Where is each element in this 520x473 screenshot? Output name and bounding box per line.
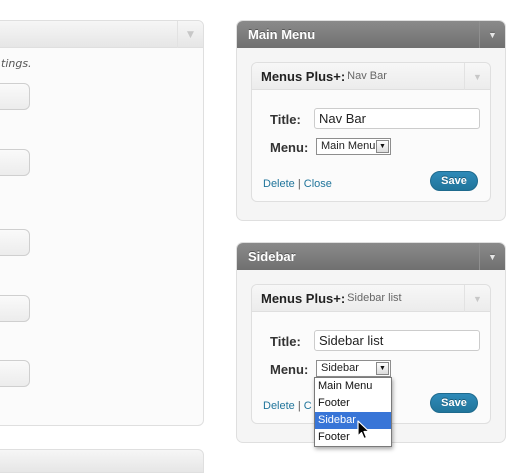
widget-area-title: Sidebar <box>248 249 296 264</box>
menu-label: Menu: <box>270 362 309 377</box>
chevron-down-icon[interactable]: ▼ <box>479 243 505 270</box>
left-panel-button-2[interactable] <box>0 149 30 176</box>
menu-label: Menu: <box>270 140 309 155</box>
save-button[interactable]: Save <box>430 171 478 191</box>
widget-area-title: Main Menu <box>248 27 316 42</box>
menu-select-value: Sidebar <box>321 362 359 374</box>
widget-area-main-menu: Main Menu ▼ Menus Plus+: Nav Bar ▼ Title… <box>236 20 506 221</box>
title-label: Title: <box>270 334 301 349</box>
menu-select[interactable]: Sidebar ▼ <box>316 360 391 377</box>
left-panel-header[interactable]: ▼ <box>0 21 203 48</box>
widget-area-header[interactable]: Main Menu ▼ <box>237 21 505 48</box>
menu-select-value: Main Menu <box>321 140 376 152</box>
left-panel-button-3[interactable] <box>0 229 30 256</box>
widget-title: Menus Plus+: <box>261 290 346 306</box>
title-input[interactable]: Sidebar list <box>314 330 480 351</box>
dropdown-option-sidebar[interactable]: Sidebar <box>315 412 391 429</box>
delete-link[interactable]: Delete <box>263 400 295 412</box>
left-panel-button-4[interactable] <box>0 295 30 322</box>
widget-subtitle: Sidebar list <box>347 292 402 304</box>
close-link[interactable]: Close <box>304 178 332 190</box>
chevron-down-icon[interactable]: ▼ <box>479 21 505 48</box>
left-widget-panel: ▼ tings. <box>0 20 204 426</box>
widget-menus-plus-nav: Menus Plus+: Nav Bar ▼ Title: Nav Bar Me… <box>251 62 491 202</box>
widget-control-links: Delete | C <box>263 400 312 412</box>
title-label: Title: <box>270 112 301 127</box>
widget-subtitle: Nav Bar <box>347 70 387 82</box>
close-link[interactable]: C <box>304 400 312 412</box>
select-arrow-icon: ▼ <box>376 362 389 375</box>
dropdown-option-footer-2[interactable]: Footer <box>315 429 391 446</box>
widget-control-links: Delete | Close <box>263 178 332 190</box>
left-panel-description: tings. <box>1 57 32 70</box>
left-bottom-panel-header[interactable] <box>0 449 204 473</box>
widget-header[interactable]: Menus Plus+: Sidebar list ▼ <box>252 285 490 312</box>
dropdown-option-footer[interactable]: Footer <box>315 395 391 412</box>
save-button[interactable]: Save <box>430 393 478 413</box>
title-input[interactable]: Nav Bar <box>314 108 480 129</box>
chevron-down-icon[interactable]: ▼ <box>464 63 490 90</box>
chevron-down-icon[interactable]: ▼ <box>464 285 490 312</box>
left-panel-button-5[interactable] <box>0 360 30 387</box>
delete-link[interactable]: Delete <box>263 178 295 190</box>
widget-title: Menus Plus+: <box>261 68 346 84</box>
menu-dropdown-list[interactable]: Main Menu Footer Sidebar Footer <box>314 377 392 447</box>
link-separator: | <box>297 400 301 412</box>
menu-select[interactable]: Main Menu ▼ <box>316 138 391 155</box>
select-arrow-icon: ▼ <box>376 140 389 153</box>
widget-header[interactable]: Menus Plus+: Nav Bar ▼ <box>252 63 490 90</box>
dropdown-option-main-menu[interactable]: Main Menu <box>315 378 391 395</box>
chevron-down-icon[interactable]: ▼ <box>177 21 203 48</box>
cursor-arrow-icon <box>357 420 370 440</box>
left-panel-button-1[interactable] <box>0 83 30 110</box>
widget-area-header[interactable]: Sidebar ▼ <box>237 243 505 270</box>
link-separator: | <box>297 178 301 190</box>
